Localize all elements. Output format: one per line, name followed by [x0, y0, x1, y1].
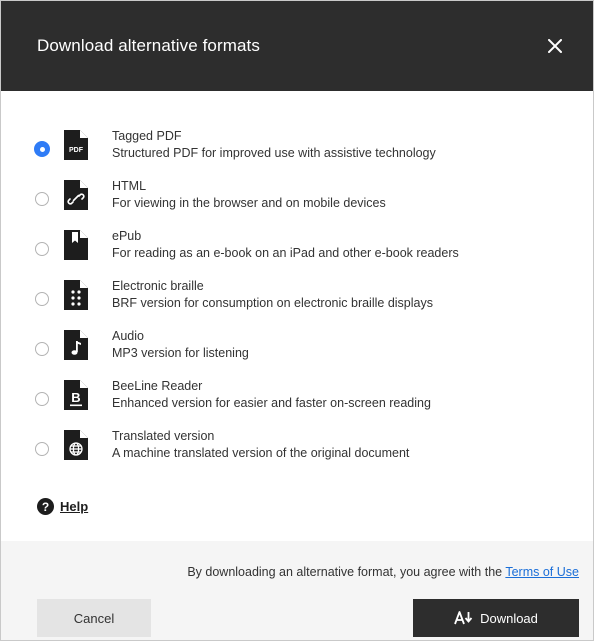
- cancel-button[interactable]: Cancel: [37, 599, 151, 637]
- beeline-file-icon: B: [64, 380, 88, 410]
- option-name: HTML: [112, 179, 147, 193]
- close-button[interactable]: [541, 32, 569, 60]
- cancel-label: Cancel: [73, 610, 115, 626]
- option-description: BRF version for consumption on electroni…: [112, 296, 433, 310]
- dialog-footer: By downloading an alternative format, yo…: [1, 541, 593, 640]
- audio-file-icon: [64, 330, 88, 360]
- option-translated-version[interactable]: Translated version A machine translated …: [1, 428, 593, 478]
- epub-bookmark-file-icon: [64, 230, 88, 260]
- pdf-icon-label: PDF: [69, 147, 84, 154]
- download-label: Download: [480, 610, 538, 626]
- help-link[interactable]: Help: [60, 499, 88, 514]
- option-name: Electronic braille: [112, 279, 204, 293]
- help-link-row[interactable]: ? Help: [37, 498, 88, 515]
- option-beeline-reader[interactable]: B BeeLine Reader Enhanced version for ea…: [1, 378, 593, 428]
- braille-file-icon: [64, 280, 88, 310]
- option-description: Enhanced version for easier and faster o…: [112, 396, 431, 410]
- option-description: A machine translated version of the orig…: [112, 446, 410, 460]
- option-description: For reading as an e-book on an iPad and …: [112, 246, 459, 260]
- pdf-file-icon: PDF: [64, 130, 88, 160]
- option-name: Translated version: [112, 429, 215, 443]
- beeline-icon-label: B: [71, 390, 80, 405]
- option-description: Structured PDF for improved use with ass…: [112, 146, 436, 160]
- dialog-header: Download alternative formats: [1, 1, 593, 91]
- option-epub[interactable]: ePub For reading as an e-book on an iPad…: [1, 228, 593, 278]
- option-tagged-pdf[interactable]: PDF Tagged PDF Structured PDF for improv…: [1, 128, 593, 178]
- globe-file-icon: [64, 430, 88, 460]
- option-name: BeeLine Reader: [112, 379, 203, 393]
- option-audio[interactable]: Audio MP3 version for listening: [1, 328, 593, 378]
- radio-beeline-reader[interactable]: [35, 392, 49, 406]
- option-name: Tagged PDF: [112, 129, 182, 143]
- radio-audio[interactable]: [35, 342, 49, 356]
- download-button[interactable]: Download: [413, 599, 579, 637]
- help-question-icon: ?: [37, 498, 54, 515]
- option-name: ePub: [112, 229, 142, 243]
- format-options: PDF Tagged PDF Structured PDF for improv…: [1, 91, 593, 478]
- radio-electronic-braille[interactable]: [35, 292, 49, 306]
- terms-notice: By downloading an alternative format, yo…: [187, 565, 579, 579]
- option-electronic-braille[interactable]: Electronic braille BRF version for consu…: [1, 278, 593, 328]
- terms-text: By downloading an alternative format, yo…: [187, 565, 506, 579]
- option-html[interactable]: HTML For viewing in the browser and on m…: [1, 178, 593, 228]
- radio-html[interactable]: [35, 192, 49, 206]
- option-description: For viewing in the browser and on mobile…: [112, 196, 386, 210]
- download-formats-dialog: Download alternative formats PDF Tagged …: [0, 0, 594, 641]
- radio-translated-version[interactable]: [35, 442, 49, 456]
- download-accessible-icon: [454, 611, 473, 625]
- dialog-title: Download alternative formats: [37, 36, 260, 55]
- option-description: MP3 version for listening: [112, 346, 249, 360]
- radio-epub[interactable]: [35, 242, 49, 256]
- close-icon: [548, 39, 562, 53]
- html-link-file-icon: [64, 180, 88, 210]
- option-name: Audio: [112, 329, 144, 343]
- radio-tagged-pdf[interactable]: [35, 142, 49, 156]
- terms-of-use-link[interactable]: Terms of Use: [505, 565, 579, 579]
